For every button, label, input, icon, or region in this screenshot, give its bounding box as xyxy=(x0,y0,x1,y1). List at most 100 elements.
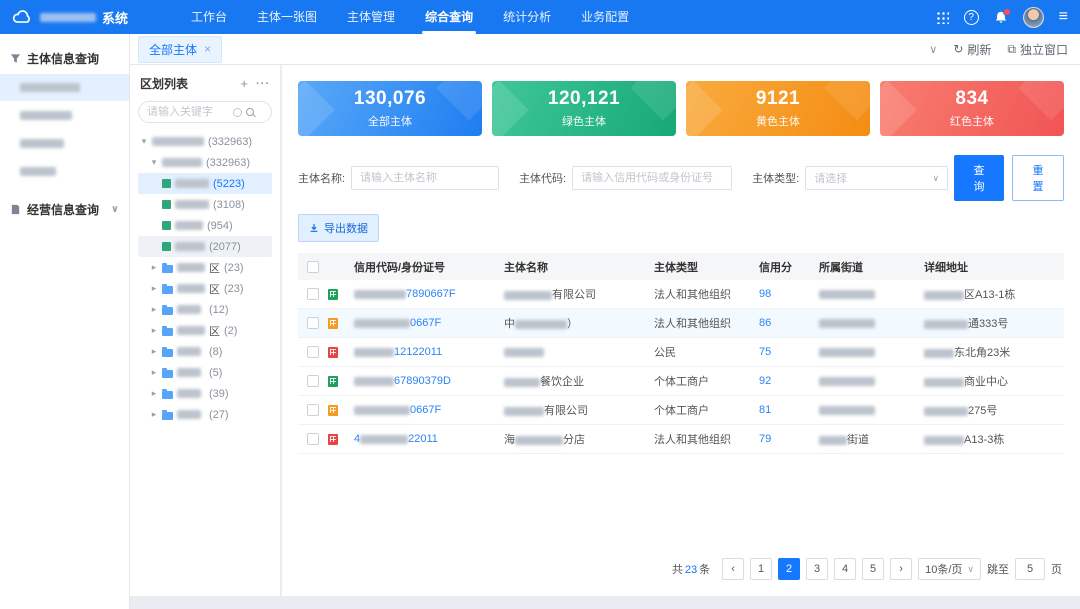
tree-node[interactable]: ▸(12) xyxy=(138,299,272,320)
search-icon[interactable] xyxy=(246,108,254,116)
page-size-select[interactable]: 10条/页 ∨ xyxy=(918,558,981,580)
sidebar-section-subject-query[interactable]: 主体信息查询 xyxy=(0,44,129,73)
credit-code-link[interactable]: 0667F xyxy=(410,317,441,329)
redacted-text xyxy=(177,368,201,377)
menu-item-composite-query[interactable]: 综合查询 xyxy=(410,0,488,34)
left-sidebar: 主体信息查询 经营信息查询 ∨ xyxy=(0,34,130,609)
tree-node[interactable]: (954) xyxy=(138,215,272,236)
page-button-4[interactable]: 4 xyxy=(834,558,856,580)
tree-node-count: (3108) xyxy=(213,199,245,211)
stat-card-red-subjects[interactable]: 834 红色主体 xyxy=(880,81,1064,136)
page-button-3[interactable]: 3 xyxy=(806,558,828,580)
row-checkbox[interactable] xyxy=(307,404,319,416)
tree-node[interactable]: (3108) xyxy=(138,194,272,215)
tree-node-count: (5) xyxy=(209,367,222,379)
table-row[interactable]: 0667F 中） 法人和其他组织 86 通333号 xyxy=(298,309,1064,338)
refresh-button[interactable]: ↻ 刷新 xyxy=(953,41,991,58)
caret-down-icon[interactable]: ▾ xyxy=(150,157,158,168)
user-avatar[interactable] xyxy=(1023,7,1044,28)
filter-buttons: 查询 重置 xyxy=(954,155,1064,201)
tree-node[interactable]: ▸区(23) xyxy=(138,278,272,299)
tree-node-selected[interactable]: (5223) xyxy=(138,173,272,194)
tabs-collapse-chevron-icon[interactable]: ∨ xyxy=(929,43,937,56)
prev-page-button[interactable]: ‹ xyxy=(722,558,744,580)
clear-circle-icon[interactable] xyxy=(233,108,242,117)
tree-node[interactable]: ▸(27) xyxy=(138,404,272,425)
add-icon[interactable]: + xyxy=(240,76,248,91)
tree-node[interactable]: (2077) xyxy=(138,236,272,257)
chevron-down-icon: ∨ xyxy=(967,564,974,575)
page-button-1[interactable]: 1 xyxy=(750,558,772,580)
subject-name-input[interactable] xyxy=(351,166,499,190)
tab-label: 全部主体 xyxy=(149,41,197,58)
credit-code-link[interactable]: 22011 xyxy=(408,433,438,445)
tab-all-subjects[interactable]: 全部主体 × xyxy=(138,36,222,63)
query-button[interactable]: 查询 xyxy=(954,155,1004,201)
open-new-window-button[interactable]: ⧉ 独立窗口 xyxy=(1007,41,1068,58)
credit-code-link[interactable]: 12122011 xyxy=(394,346,442,358)
tree-search-input[interactable] xyxy=(147,106,229,118)
stat-card-all-subjects[interactable]: 130,076 全部主体 xyxy=(298,81,482,136)
credit-code-link[interactable]: 67890379D xyxy=(394,375,451,387)
menu-item-workbench[interactable]: 工作台 xyxy=(176,0,242,34)
tree-node[interactable]: ▾(332963) xyxy=(138,131,272,152)
caret-right-icon[interactable]: ▸ xyxy=(150,367,158,378)
row-checkbox[interactable] xyxy=(307,346,319,358)
select-all-checkbox[interactable] xyxy=(307,261,319,273)
subject-type-select[interactable]: 请选择 ∨ xyxy=(805,166,948,190)
sidebar-section-business-query[interactable]: 经营信息查询 ∨ xyxy=(0,195,129,224)
next-page-button[interactable]: › xyxy=(890,558,912,580)
tree-node[interactable]: ▾(332963) xyxy=(138,152,272,173)
menu-item-subject-map[interactable]: 主体一张图 xyxy=(242,0,332,34)
sidebar-item[interactable] xyxy=(0,74,129,101)
table-row[interactable]: 67890379D 餐饮企业 个体工商户 92 商业中心 xyxy=(298,367,1064,396)
street: 街道 xyxy=(847,434,869,446)
help-icon[interactable]: ? xyxy=(964,10,979,25)
tree-node[interactable]: ▸ (5) xyxy=(138,362,272,383)
row-checkbox[interactable] xyxy=(307,375,319,387)
tree-search-box[interactable] xyxy=(138,101,272,123)
page-button-2-active[interactable]: 2 xyxy=(778,558,800,580)
menu-item-subject-mgmt[interactable]: 主体管理 xyxy=(332,0,410,34)
tree-node[interactable]: ▸区(23) xyxy=(138,257,272,278)
caret-right-icon[interactable]: ▸ xyxy=(150,346,158,357)
row-checkbox[interactable] xyxy=(307,317,319,329)
sidebar-item[interactable] xyxy=(0,130,129,157)
address: 区A13-1栋 xyxy=(964,289,1015,301)
caret-right-icon[interactable]: ▸ xyxy=(150,262,158,273)
hamburger-menu-icon[interactable]: ≡ xyxy=(1059,9,1068,25)
credit-code-link[interactable]: 0667F xyxy=(410,404,441,416)
menu-item-statistics[interactable]: 统计分析 xyxy=(488,0,566,34)
table-row[interactable]: 7890667F 有限公司 法人和其他组织 98 区A13-1栋 xyxy=(298,280,1064,309)
caret-right-icon[interactable]: ▸ xyxy=(150,388,158,399)
caret-right-icon[interactable]: ▸ xyxy=(150,409,158,420)
caret-down-icon[interactable]: ▾ xyxy=(140,136,148,147)
close-icon[interactable]: × xyxy=(204,42,211,56)
credit-code-link[interactable]: 7890667F xyxy=(406,288,456,300)
table-row[interactable]: 12122011 公民 75 东北角23米 xyxy=(298,338,1064,367)
tree-node[interactable]: ▸(8) xyxy=(138,341,272,362)
stat-card-yellow-subjects[interactable]: 9121 黄色主体 xyxy=(686,81,870,136)
reset-button[interactable]: 重置 xyxy=(1012,155,1064,201)
export-data-button[interactable]: 导出数据 xyxy=(298,214,379,242)
row-checkbox[interactable] xyxy=(307,288,319,300)
caret-right-icon[interactable]: ▸ xyxy=(150,325,158,336)
page-button-5[interactable]: 5 xyxy=(862,558,884,580)
table-row[interactable]: 0667F 有限公司 个体工商户 81 275号 xyxy=(298,396,1064,425)
sidebar-item[interactable] xyxy=(0,158,129,185)
apps-grid-icon[interactable] xyxy=(936,11,949,24)
jump-page-input[interactable] xyxy=(1015,558,1045,580)
caret-right-icon[interactable]: ▸ xyxy=(150,304,158,315)
tree-node[interactable]: ▸(39) xyxy=(138,383,272,404)
refresh-label: 刷新 xyxy=(967,41,991,58)
more-icon[interactable]: ··· xyxy=(256,78,270,90)
stat-card-green-subjects[interactable]: 120,121 绿色主体 xyxy=(492,81,676,136)
caret-right-icon[interactable]: ▸ xyxy=(150,283,158,294)
menu-item-business-config[interactable]: 业务配置 xyxy=(566,0,644,34)
sidebar-item[interactable] xyxy=(0,102,129,129)
row-checkbox[interactable] xyxy=(307,433,319,445)
table-row[interactable]: 422011 海分店 法人和其他组织 79 街道 A13-3栋 xyxy=(298,425,1064,454)
tree-node[interactable]: ▸区(2) xyxy=(138,320,272,341)
subject-code-input[interactable] xyxy=(572,166,732,190)
notification-bell-icon[interactable] xyxy=(994,10,1008,24)
